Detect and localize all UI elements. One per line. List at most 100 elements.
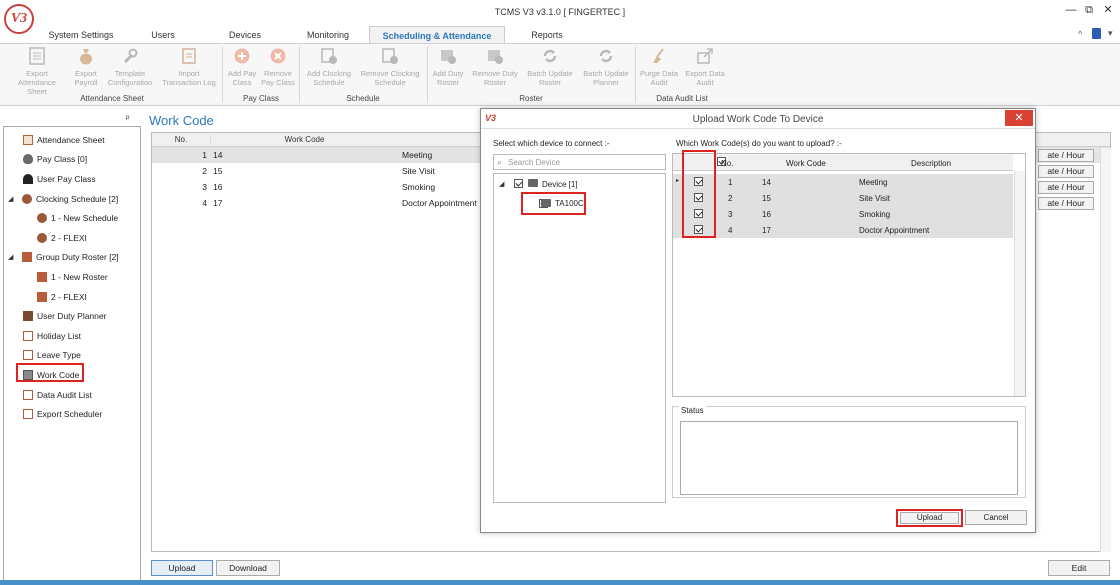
column-header-no[interactable]: No. xyxy=(721,159,733,168)
user-icon xyxy=(23,173,33,184)
device-tree xyxy=(493,173,666,503)
batch-update-roster-button[interactable]: Batch Update Roster xyxy=(522,47,578,87)
group-pay-class: Pay Class xyxy=(242,94,279,103)
tree-item-group-duty-roster[interactable]: ◢ Group Duty Roster [2] xyxy=(8,248,140,268)
tab-system-settings[interactable]: System Settings xyxy=(40,30,122,42)
device-icon xyxy=(541,199,551,207)
table-row[interactable]: 1 14 Meeting xyxy=(673,174,1013,190)
device-root-checkbox[interactable] xyxy=(514,179,523,188)
grid-scrollbar[interactable] xyxy=(1100,148,1111,552)
tab-reports[interactable]: Reports xyxy=(520,30,574,42)
group-data-audit-list: Data Audit List xyxy=(656,94,708,103)
tab-monitoring[interactable]: Monitoring xyxy=(300,30,356,42)
collapse-ribbon-icon[interactable]: ^ xyxy=(1078,29,1082,39)
add-icon xyxy=(234,48,250,64)
table-row[interactable]: 2 15 Site Visit xyxy=(673,190,1013,206)
rate-hour-button[interactable]: ate / Hour xyxy=(1038,149,1094,162)
tab-users[interactable]: Users xyxy=(140,30,186,42)
tree-item-user-pay-class[interactable]: User Pay Class xyxy=(8,169,140,189)
batch-update-planner-button[interactable]: Batch Update Planner xyxy=(578,47,634,87)
dialog-close-button[interactable]: ✕ xyxy=(1005,110,1033,126)
remove-clocking-schedule-button[interactable]: Remove Clocking Schedule xyxy=(358,47,422,87)
remove-pay-class-button[interactable]: Remove Pay Class xyxy=(260,47,296,87)
group-schedule: Schedule xyxy=(346,94,380,103)
group-roster: Roster xyxy=(519,94,543,103)
export-attendance-sheet-button[interactable]: Export Attendance Sheet xyxy=(14,47,60,96)
calendar-icon xyxy=(37,271,47,282)
status-textarea[interactable] xyxy=(680,421,1018,495)
edit-button[interactable]: Edit xyxy=(1048,560,1110,576)
export-payroll-button[interactable]: Export Payroll xyxy=(64,47,108,87)
clock-icon xyxy=(37,232,47,243)
column-header-work-code[interactable]: Work Code xyxy=(210,135,398,144)
device-root-label: Device [1] xyxy=(542,180,578,189)
upload-button[interactable]: Upload xyxy=(151,560,213,576)
tree-item-flexi-roster[interactable]: 2 - FLEXI xyxy=(8,287,140,307)
ribbon-separator xyxy=(222,47,223,103)
column-header-no[interactable]: No. xyxy=(152,135,210,144)
import-transaction-log-button[interactable]: Import Transaction Log xyxy=(160,47,218,87)
tree-item-export-scheduler[interactable]: Export Scheduler xyxy=(8,404,140,424)
pin-icon[interactable]: ᵖ xyxy=(126,113,129,123)
rate-hour-button[interactable]: ate / Hour xyxy=(1038,181,1094,194)
list-icon xyxy=(23,409,33,420)
add-duty-roster-button[interactable]: Add Duty Roster xyxy=(428,47,468,87)
dialog-upload-button[interactable]: Upload xyxy=(900,512,959,524)
table-row[interactable]: 3 16 Smoking xyxy=(673,206,1013,222)
purge-data-audit-button[interactable]: Purge Data Audit xyxy=(636,47,682,87)
dialog-title: Upload Work Code To Device xyxy=(692,114,824,125)
group-attendance-sheet: Attendance Sheet xyxy=(80,94,144,103)
remove-duty-roster-button[interactable]: Remove Duty Roster xyxy=(470,47,520,87)
upload-dialog: V3 Upload Work Code To Device ✕ Select w… xyxy=(480,108,1036,533)
search-placeholder: Search Device xyxy=(508,158,561,167)
tree-item-clocking-schedule[interactable]: ◢ Clocking Schedule [2] xyxy=(8,189,140,209)
tree-item-attendance-sheet[interactable]: Attendance Sheet xyxy=(8,130,140,150)
tree-item-holiday-list[interactable]: Holiday List xyxy=(8,326,140,346)
column-header-description[interactable]: Description xyxy=(911,159,951,168)
status-label: Status xyxy=(679,406,706,415)
tab-scheduling-attendance[interactable]: Scheduling & Attendance xyxy=(369,26,505,43)
checkbox-column-highlight xyxy=(682,150,716,238)
download-button[interactable]: Download xyxy=(216,560,280,576)
tree-item-new-roster[interactable]: 1 - New Roster xyxy=(8,267,140,287)
refresh-icon xyxy=(543,49,557,63)
roster-add-icon xyxy=(441,50,456,64)
sheet-icon xyxy=(29,47,45,65)
tree-item-new-schedule[interactable]: 1 - New Schedule xyxy=(8,208,140,228)
expand-arrow-icon[interactable]: ◢ xyxy=(8,195,18,203)
add-clocking-schedule-button[interactable]: Add Clocking Schedule xyxy=(302,47,356,87)
minimize-button[interactable]: — xyxy=(1062,3,1080,17)
wrench-icon xyxy=(123,48,138,64)
tree-item-flexi-schedule[interactable]: 2 - FLEXI xyxy=(8,228,140,248)
dropdown-icon[interactable]: ▾ xyxy=(1108,28,1113,39)
sheet-icon xyxy=(23,134,33,145)
list-icon xyxy=(23,330,33,341)
dialog-cancel-button[interactable]: Cancel xyxy=(965,510,1027,525)
tab-devices[interactable]: Devices xyxy=(222,30,268,42)
rate-hour-button[interactable]: ate / Hour xyxy=(1038,165,1094,178)
table-row[interactable]: 4 17 Doctor Appointment xyxy=(673,222,1013,238)
rate-hour-button[interactable]: ate / Hour xyxy=(1038,197,1094,210)
tree-item-data-audit-list[interactable]: Data Audit List xyxy=(8,385,140,405)
restore-button[interactable]: ⧉ xyxy=(1080,3,1098,17)
remove-icon xyxy=(270,48,286,64)
broom-icon xyxy=(653,48,664,63)
tree-item-pay-class[interactable]: Pay Class [0] xyxy=(8,150,140,170)
export-icon xyxy=(697,48,713,64)
export-data-audit-button[interactable]: Export Data Audit xyxy=(682,47,728,87)
tree-item-user-duty-planner[interactable]: User Duty Planner xyxy=(8,306,140,326)
money-bag-icon xyxy=(23,154,33,165)
expand-arrow-icon[interactable]: ◢ xyxy=(8,253,18,261)
search-device-input[interactable]: ⌕ Search Device xyxy=(493,154,666,170)
navigation-tree: Attendance Sheet Pay Class [0] User Pay … xyxy=(3,126,141,581)
office-icon[interactable] xyxy=(1092,28,1101,39)
expand-arrow-icon[interactable]: ◢ xyxy=(499,180,504,188)
workcode-scrollbar[interactable] xyxy=(1014,171,1025,396)
close-button[interactable]: ✕ xyxy=(1099,3,1117,17)
list-icon xyxy=(23,389,33,400)
template-configuration-button[interactable]: Template Configuration xyxy=(106,47,154,87)
work-code-highlight xyxy=(16,363,84,382)
add-pay-class-button[interactable]: Add Pay Class xyxy=(224,47,260,87)
app-title: TCMS V3 v3.1.0 [ FINGERTEC ] xyxy=(494,7,626,17)
column-header-work-code[interactable]: Work Code xyxy=(786,159,826,168)
